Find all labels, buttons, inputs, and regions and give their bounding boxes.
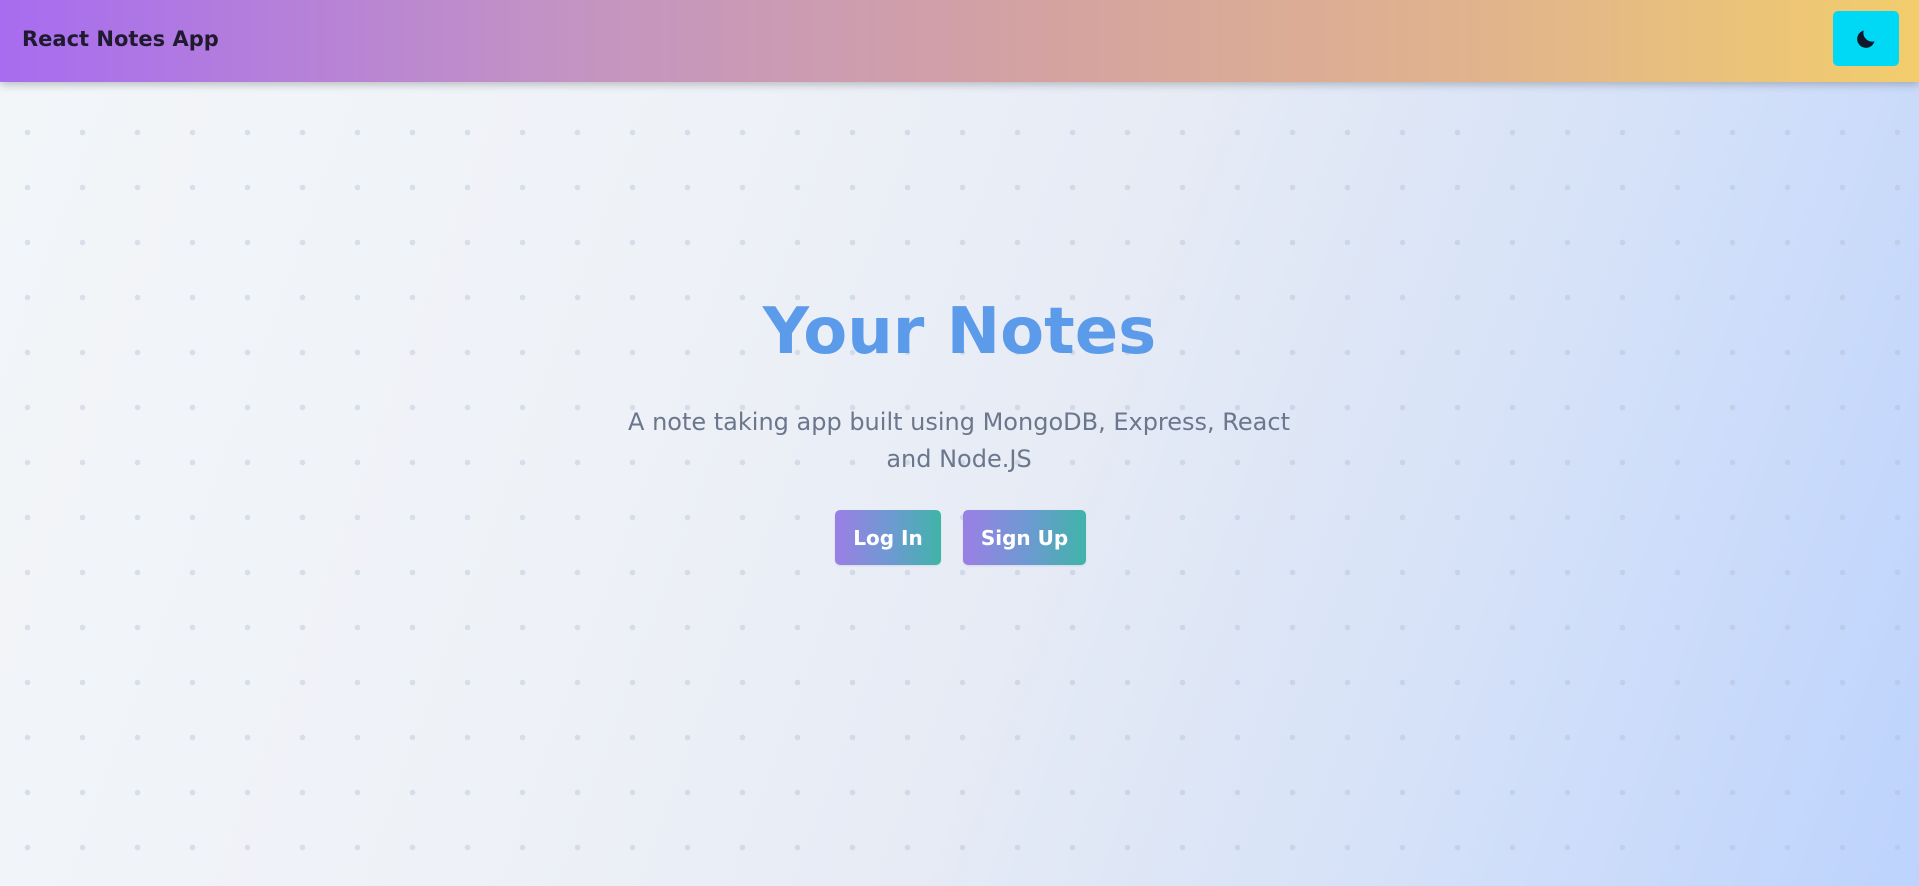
login-button[interactable]: Log In <box>835 510 941 565</box>
theme-toggle-button[interactable] <box>1833 11 1899 66</box>
moon-icon <box>1854 27 1878 51</box>
signup-button[interactable]: Sign Up <box>963 510 1086 565</box>
brand-link[interactable]: React Notes App <box>22 0 219 78</box>
page-title: Your Notes <box>762 295 1157 369</box>
navbar: React Notes App <box>0 0 1919 82</box>
page-subtitle: A note taking app built using MongoDB, E… <box>628 408 1290 473</box>
